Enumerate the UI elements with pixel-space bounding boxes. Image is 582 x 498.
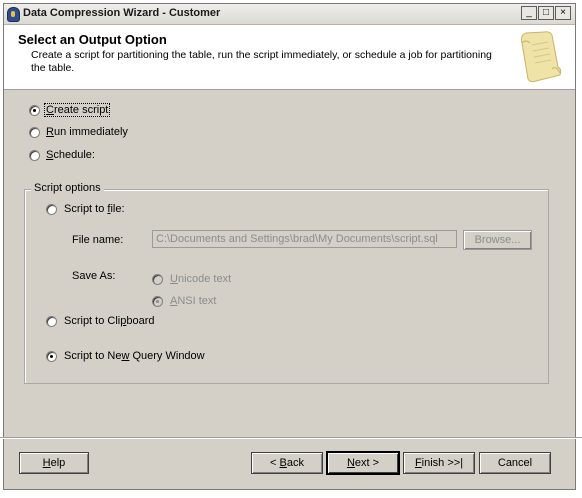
scroll-icon — [521, 31, 562, 83]
script-to-file-label[interactable]: Script to file: — [64, 203, 125, 215]
browse-button[interactable]: Browse... — [463, 230, 532, 250]
script-to-new-query-window-label[interactable]: Script to New Query Window — [64, 350, 205, 362]
run-immediately-label[interactable]: Run immediately — [46, 126, 128, 138]
create-script-label[interactable]: Create script — [43, 103, 111, 117]
finish-button[interactable]: Finish >>| — [403, 452, 475, 474]
file-name-label: File name: — [72, 234, 124, 246]
close-button[interactable]: × — [555, 6, 571, 20]
help-button[interactable]: Help — [19, 452, 89, 474]
window-title: Data Compression Wizard - Customer — [23, 7, 221, 19]
maximize-button[interactable]: □ — [538, 6, 554, 20]
script-to-new-query-window-radio[interactable] — [46, 351, 57, 362]
unicode-text-radio[interactable] — [152, 274, 163, 285]
file-name-input[interactable]: C:\Documents and Settings\brad\My Docume… — [152, 230, 457, 248]
page-description: Create a script for partitioning the tab… — [31, 49, 492, 74]
title-bar: Data Compression Wizard - Customer _ □ × — [4, 4, 575, 25]
page-title: Select an Output Option — [18, 32, 167, 47]
minimize-button[interactable]: _ — [521, 6, 537, 20]
unicode-text-label[interactable]: Unicode text — [170, 273, 231, 285]
ansi-text-radio[interactable] — [152, 296, 163, 307]
script-to-clipboard-radio[interactable] — [46, 316, 57, 327]
wizard-header: Select an Output Option Create a script … — [4, 25, 575, 90]
create-script-radio[interactable] — [29, 105, 40, 116]
schedule-radio[interactable] — [29, 150, 40, 161]
footer-divider — [0, 437, 582, 439]
next-button[interactable]: Next > — [327, 452, 399, 474]
schedule-label[interactable]: Schedule: — [46, 149, 95, 161]
app-icon — [7, 7, 20, 22]
back-button[interactable]: < Back — [251, 452, 323, 474]
script-to-file-radio[interactable] — [46, 204, 57, 215]
cancel-button[interactable]: Cancel — [479, 452, 551, 474]
ansi-text-label[interactable]: ANSI text — [170, 295, 216, 307]
save-as-label: Save As: — [72, 270, 116, 282]
script-to-clipboard-label[interactable]: Script to Clipboard — [64, 315, 155, 327]
run-immediately-radio[interactable] — [29, 127, 40, 138]
script-options-legend: Script options — [31, 182, 104, 194]
